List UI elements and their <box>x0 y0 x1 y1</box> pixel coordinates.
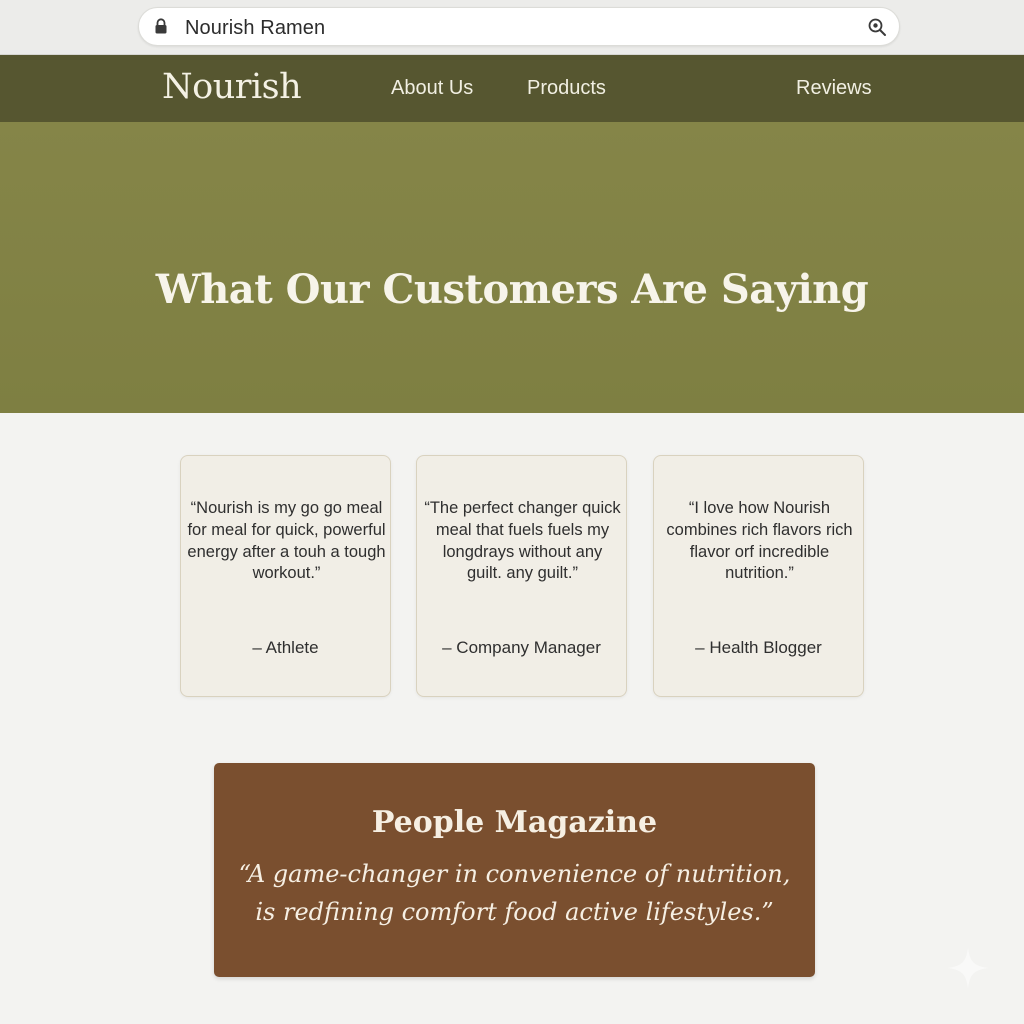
address-bar[interactable]: Nourish Ramen <box>138 7 900 46</box>
testimonial-card: “The perfect changer quick meal that fue… <box>416 455 627 697</box>
testimonial-quote: “The perfect changer quick meal that fue… <box>424 499 621 583</box>
testimonial-card: “Nourish is my go go meal for meal for q… <box>180 455 391 697</box>
hero-banner: What Our Customers Are Saying <box>0 122 1024 413</box>
sparkle-icon <box>948 948 988 988</box>
testimonial-quote: “Nourish is my go go meal for meal for q… <box>187 499 386 583</box>
site-navigation: Nourish About Us Products Reviews <box>0 55 1024 122</box>
nav-link-about-us[interactable]: About Us <box>391 77 473 100</box>
address-text: Nourish Ramen <box>185 17 326 39</box>
browser-toolbar: Nourish Ramen <box>0 0 1024 55</box>
press-source: People Magazine <box>371 805 658 840</box>
nav-link-reviews[interactable]: Reviews <box>796 77 872 100</box>
page-title: What Our Customers Are Saying <box>155 266 869 313</box>
nav-link-products[interactable]: Products <box>527 77 606 100</box>
press-quote-box: People Magazine “A game-changer in conve… <box>214 763 815 977</box>
testimonial-author: – Health Blogger <box>695 638 822 657</box>
press-quote-text: “A game-changer in convenience of nutrit… <box>238 860 791 926</box>
zoom-icon[interactable] <box>867 17 887 37</box>
testimonial-card: “I love how Nourish combines rich flavor… <box>653 455 864 697</box>
site-logo[interactable]: Nourish <box>162 67 302 107</box>
testimonial-author: – Athlete <box>252 638 319 657</box>
testimonial-quote: “I love how Nourish combines rich flavor… <box>666 499 853 583</box>
testimonial-author: – Company Manager <box>442 638 601 657</box>
lock-icon <box>155 18 167 34</box>
